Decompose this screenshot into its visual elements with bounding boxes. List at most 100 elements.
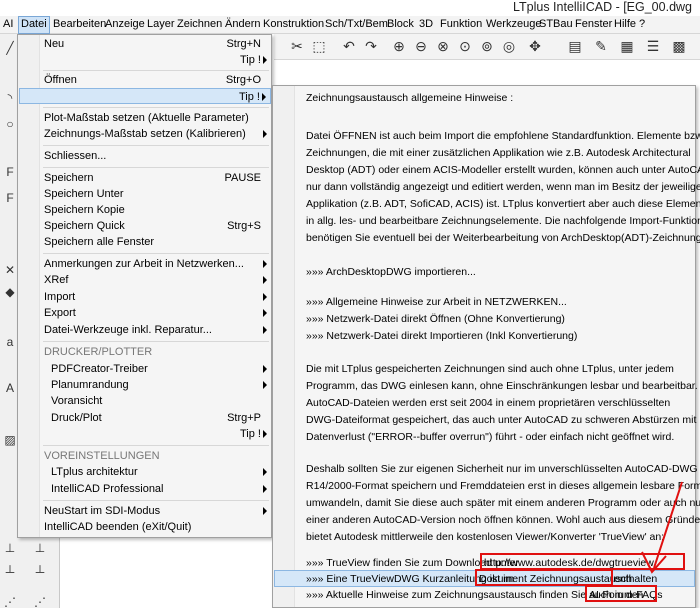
text-tool-icon[interactable]: a: [2, 334, 18, 350]
menu-werkzeuge[interactable]: Werkzeuge: [486, 18, 541, 30]
menu-item-speichern-unter[interactable]: Speichern Unter: [19, 186, 271, 202]
menu-item-label: Datei-Werkzeuge inkl. Reparatur...: [44, 324, 212, 336]
menu-item-speichern-kopie[interactable]: Speichern Kopie: [19, 202, 271, 218]
zoom-out-icon[interactable]: ⊖: [412, 37, 430, 55]
properties-icon[interactable]: ☰: [644, 37, 662, 55]
menu-header-voreinstellungen: VOREINSTELLUNGEN: [44, 450, 160, 462]
node-tool-icon[interactable]: ⋰: [2, 594, 18, 608]
menu-gutter: [273, 86, 295, 607]
menu-item-label: Speichern Kopie: [44, 204, 125, 216]
menu-item-neu[interactable]: Neu Strg+N: [19, 36, 271, 52]
menu-item-label: IntelliCAD Professional: [51, 483, 164, 495]
menu-item-archdesktop-import[interactable]: »»» ArchDesktopDWG importieren...: [306, 266, 476, 278]
info-line: bietet Autodesk mittlerweile den kostenl…: [306, 531, 665, 543]
info-line: benötigen Sie eventuell bei der Weiterbe…: [306, 232, 700, 244]
submenu-arrow-icon: [263, 309, 267, 317]
zoom-extents-icon[interactable]: ⊚: [478, 37, 496, 55]
select-window-icon[interactable]: ⬚: [310, 37, 328, 55]
extend-tool-icon[interactable]: ◆: [2, 284, 18, 300]
settings-icon[interactable]: ▩: [670, 37, 688, 55]
polyline-tool-icon[interactable]: ◝: [2, 90, 18, 106]
zoom-in-icon[interactable]: ⊕: [390, 37, 408, 55]
zoom-all-icon[interactable]: ⊙: [456, 37, 474, 55]
match-properties-icon[interactable]: ✎: [592, 37, 610, 55]
menu-item-beenden[interactable]: IntelliCAD beenden (eXit/Quit): [19, 519, 271, 535]
menu-item-tip-druck[interactable]: Tip !: [19, 426, 271, 442]
menu-item-ltplus-architektur[interactable]: LTplus architektur: [19, 464, 271, 480]
zoom-previous-icon[interactable]: ◎: [500, 37, 518, 55]
osnap-tool-icon[interactable]: ⋰: [32, 594, 48, 608]
snap-tool-icon[interactable]: ⊥: [2, 540, 18, 556]
menu-konstruktion[interactable]: Konstruktion: [263, 18, 324, 30]
menu-item-speichern[interactable]: Speichern PAUSE: [19, 170, 271, 186]
menu-item-datei-werkzeuge[interactable]: Datei-Werkzeuge inkl. Reparatur...: [19, 322, 271, 338]
menu-item-label: Anmerkungen zur Arbeit in Netzwerken...: [44, 258, 244, 270]
annotation-box: [475, 569, 613, 586]
menu-item-import[interactable]: Import: [19, 289, 271, 305]
menu-item-anmerkungen-netzwerk[interactable]: Anmerkungen zur Arbeit in Netzwerken...: [19, 256, 271, 272]
polar-tool-icon[interactable]: ┴: [32, 564, 48, 580]
menu-item-xref[interactable]: XRef: [19, 272, 271, 288]
menu-item-oeffnen[interactable]: Öffnen Strg+O: [19, 72, 271, 88]
menu-item-label: Speichern Quick: [44, 220, 125, 232]
menu-3d[interactable]: 3D: [419, 18, 433, 30]
zoom-window-icon[interactable]: ⊗: [434, 37, 452, 55]
dimension-tool-icon[interactable]: A: [2, 380, 18, 396]
menu-item-zeichnungs-massstab[interactable]: Zeichnungs-Maßstab setzen (Kalibrieren): [19, 126, 271, 142]
menu-anzeige[interactable]: Anzeige: [105, 18, 145, 30]
menu-item-plot-massstab[interactable]: Plot-Maßstab setzen (Aktuelle Parameter): [19, 110, 271, 126]
menu-funktion[interactable]: Funktion: [440, 18, 482, 30]
annotation-box: [585, 585, 657, 602]
menu-item-netzwerk-hinweise[interactable]: »»» Allgemeine Hinweise zur Arbeit in NE…: [306, 296, 567, 308]
menu-item-label: Speichern Unter: [44, 188, 124, 200]
menu-datei[interactable]: Datei: [18, 16, 50, 34]
menu-layer[interactable]: Layer: [147, 18, 175, 30]
menu-item-netzwerk-oeffnen[interactable]: »»» Netzwerk-Datei direkt Öffnen (Ohne K…: [306, 313, 565, 325]
menu-item-label: Export: [44, 307, 76, 319]
grid-icon[interactable]: ▦: [618, 37, 636, 55]
pan-icon[interactable]: ✥: [526, 37, 544, 55]
menu-item-export[interactable]: Export: [19, 305, 271, 321]
menu-aendern[interactable]: Ändern: [225, 18, 260, 30]
info-line: Zeichnungen, die mit einer zusätzlichen …: [306, 147, 691, 159]
menu-item-netzwerk-importieren[interactable]: »»» Netzwerk-Datei direkt Importieren (I…: [306, 330, 577, 342]
undo-icon[interactable]: ↶: [340, 37, 358, 55]
menu-item-tip-neu[interactable]: Tip !: [19, 52, 271, 68]
menu-item-speichern-quick[interactable]: Speichern Quick Strg+S: [19, 218, 271, 234]
menu-item-neustart-sdi[interactable]: NeuStart im SDI-Modus: [19, 503, 271, 519]
menu-item-druck-plot[interactable]: Druck/Plot Strg+P: [19, 410, 271, 426]
menu-hilfe[interactable]: Hilfe ?: [614, 18, 645, 30]
menu-item-schliessen[interactable]: Schliessen...: [19, 148, 271, 164]
redo-icon[interactable]: ↷: [362, 37, 380, 55]
menu-item-pdfcreator[interactable]: PDFCreator-Treiber: [19, 361, 271, 377]
menu-item-intellicad-professional[interactable]: IntelliCAD Professional: [19, 481, 271, 497]
cut-icon[interactable]: ✂: [288, 37, 306, 55]
menu-stbau[interactable]: STBau: [539, 18, 573, 30]
menu-item-planumrandung[interactable]: Planumrandung: [19, 377, 271, 393]
menu-item-voransicht[interactable]: Voransicht: [19, 393, 271, 409]
menu-block[interactable]: Block: [387, 18, 414, 30]
menu-zeichnen[interactable]: Zeichnen: [177, 18, 222, 30]
annotation-arrow-icon: [641, 481, 683, 574]
menu-item-speichern-alle[interactable]: Speichern alle Fenster: [19, 234, 271, 250]
menu-sch-txt-bem[interactable]: Sch/Txt/Bem: [325, 18, 388, 30]
layer-icon[interactable]: ▤: [566, 37, 584, 55]
ortho-tool-icon[interactable]: ┴: [2, 564, 18, 580]
trim-tool-icon[interactable]: ✕: [2, 262, 18, 278]
menu-bearbeiten[interactable]: Bearbeiten: [53, 18, 106, 30]
menu-fenster[interactable]: Fenster: [575, 18, 612, 30]
menu-item-label: Planumrandung: [51, 379, 129, 391]
grid-snap-tool-icon[interactable]: ⊥: [32, 540, 48, 556]
circle-tool-icon[interactable]: ○: [2, 116, 18, 132]
line-tool-icon[interactable]: ╱: [2, 40, 18, 56]
fillet-tool-icon[interactable]: F: [2, 164, 18, 180]
submenu-arrow-icon: [263, 485, 267, 493]
menu-separator: [43, 145, 269, 146]
hatch-tool-icon[interactable]: ▨: [2, 432, 18, 448]
menu-item-shortcut: Strg+O: [225, 74, 261, 86]
submenu-arrow-icon: [263, 326, 267, 334]
menu-item-tip-oeffnen[interactable]: Tip !: [19, 88, 271, 104]
menu-ai[interactable]: AI: [3, 18, 13, 30]
chamfer-tool-icon[interactable]: F: [2, 190, 18, 206]
window-title: LTplus IntelliICAD - [EG_00.dwg: [512, 0, 692, 14]
